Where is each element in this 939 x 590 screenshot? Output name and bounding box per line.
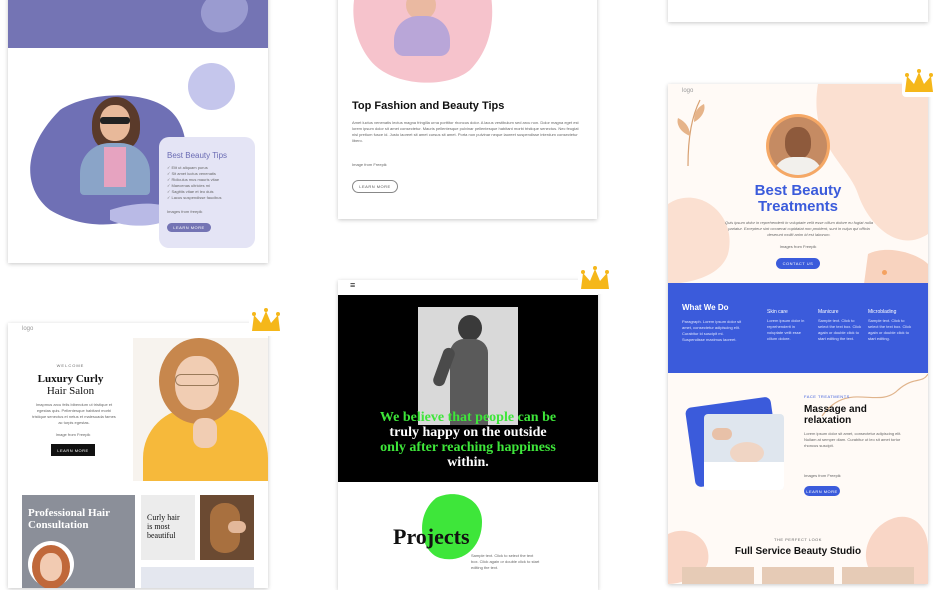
service-text: Sample text. Click to select the text bo… — [818, 318, 862, 341]
massage-text: Lorem ipsum dolor sit amet, consectetur … — [804, 431, 902, 448]
consult-title-line1: Professional Hair — [28, 507, 110, 519]
card-heading: Top Fashion and Beauty Tips — [352, 100, 505, 112]
massage-photo — [704, 414, 784, 490]
contact-us-button[interactable]: CONTACT US — [776, 258, 820, 269]
hero-photo — [70, 95, 160, 195]
crown-icon — [902, 69, 936, 97]
service-name: Microblading — [868, 309, 897, 315]
treatments-title-line1: Best Beauty — [754, 182, 842, 199]
welcome-label: WELCOME — [56, 363, 85, 368]
image-credit: Images from Freepik — [804, 473, 841, 478]
portrait-face — [40, 553, 62, 581]
image-credit: Image from Freepik — [55, 432, 91, 437]
what-we-do-heading: What We Do — [682, 303, 729, 312]
card-body: Amet luctus venenatis lectus magna fring… — [352, 120, 579, 143]
face — [785, 127, 811, 159]
intro-text: Quis ipsum dolor in reprehenderit in vol… — [724, 220, 874, 237]
service-text: Lorem ipsum dolor in reprehenderit in vo… — [767, 318, 805, 341]
salon-photo — [200, 495, 254, 560]
tips-list: ✓ Elit ut aliquam purus ✓ Sit amet luctu… — [167, 165, 222, 201]
curly-quote-panel: Curly hair is most beautiful — [141, 495, 195, 560]
top — [104, 147, 126, 187]
salon-body: Imapmus arcu felis bibendum ut tristique… — [32, 402, 116, 425]
tips-panel: Best Beauty Tips ✓ Elit ut aliquam purus… — [159, 137, 255, 248]
template-card-top-right[interactable] — [668, 0, 928, 22]
image-credit: Image from Freepik — [352, 162, 387, 167]
hand — [193, 418, 217, 448]
crown-icon — [249, 308, 283, 336]
list-item: ✓ Lacus suspendisse faucibus — [167, 195, 222, 200]
learn-more-button[interactable]: LEARN MORE — [51, 444, 95, 456]
leaf-decoration — [677, 99, 705, 166]
orange-dot — [882, 270, 887, 275]
salon-hands — [228, 521, 246, 533]
menu-icon[interactable]: ≡ — [350, 280, 355, 290]
figure-head — [458, 315, 482, 341]
hero-photo — [418, 307, 518, 425]
salon-title-line2: Hair Salon — [46, 385, 95, 397]
projects-heading: Projects — [393, 524, 470, 549]
crown-icon — [578, 266, 612, 294]
headline-line1: We believe that people can be — [379, 410, 557, 425]
curly-line1: Curly hair — [147, 513, 180, 522]
learn-more-button[interactable]: LEARN MORE — [167, 223, 211, 232]
image-credit: Images from freepik — [167, 209, 203, 214]
what-we-do-text: Paragraph. Lorem ipsum dolor sit amet, c… — [682, 319, 742, 342]
header-blob — [201, 0, 249, 33]
hero-photo — [388, 0, 458, 56]
learn-more-button[interactable]: LEARN MORE — [804, 486, 840, 496]
image-credit: Images from Freepik — [779, 244, 817, 249]
massage-title-line1: Massage and — [804, 404, 867, 415]
salon-title-line1: Luxury Curly — [37, 373, 104, 385]
what-we-do-section: What We Do Paragraph. Lorem ipsum dolor … — [668, 283, 928, 373]
tips-heading: Best Beauty Tips — [167, 151, 228, 160]
service-microblading: Microblading Sample text. Click to selec… — [868, 309, 912, 342]
template-card-beauty-treatments[interactable]: logo Best Beauty Treatments Quis ipsum d… — [668, 84, 928, 584]
studio-title: Full Service Beauty Studio — [734, 546, 862, 557]
sunglasses — [100, 117, 130, 124]
massage-title-line2: relaxation — [804, 415, 852, 426]
logo[interactable]: logo — [22, 326, 33, 332]
sweater — [394, 16, 450, 56]
projects-sample-text: Sample text. Click to select the text bo… — [471, 553, 540, 570]
face — [730, 442, 764, 464]
service-name: Manicure — [818, 309, 839, 315]
curly-line2: is most — [147, 522, 170, 531]
towel — [704, 462, 784, 490]
hero-photo — [133, 338, 268, 481]
bathrobe — [773, 157, 823, 175]
service-skin-care: Skin care Lorem ipsum dolor in reprehend… — [767, 309, 811, 342]
glasses — [175, 374, 219, 386]
template-card-hair-salon[interactable]: logo WELCOME Luxury Curly Hair Salon Ima… — [8, 323, 268, 588]
treatments-title-line2: Treatments — [757, 198, 839, 215]
hands — [712, 428, 732, 440]
curly-line3: beautiful — [147, 531, 176, 540]
consult-title-line2: Consultation — [28, 519, 89, 531]
service-name: Skin care — [767, 309, 788, 315]
consultation-panel: Professional Hair Consultation — [22, 495, 135, 588]
perfect-look-label: THE PERFECT LOOK — [774, 537, 822, 542]
template-card-fashion-tips[interactable]: Top Fashion and Beauty Tips Amet luctus … — [338, 0, 597, 219]
headline-line2: truly happy on the outside — [389, 425, 547, 440]
learn-more-button[interactable]: LEARN MORE — [352, 180, 398, 193]
template-card-we-believe[interactable]: ≡ We believe that people can be truly ha… — [338, 280, 598, 590]
portrait-photo — [769, 117, 827, 175]
template-card-beauty-tips[interactable]: Best Beauty Tips ✓ Elit ut aliquam purus… — [8, 0, 268, 263]
logo[interactable]: logo — [682, 88, 693, 94]
face-treatments-label: FACE TREATMENTS — [804, 394, 850, 399]
service-manicure: Manicure Sample text. Click to select th… — [818, 309, 862, 342]
bottom-panel — [141, 567, 254, 588]
headline-line3: only after reaching happiness — [380, 440, 556, 455]
service-text: Sample text. Click to select the text bo… — [868, 318, 912, 341]
headline-line4: within. — [447, 455, 489, 470]
